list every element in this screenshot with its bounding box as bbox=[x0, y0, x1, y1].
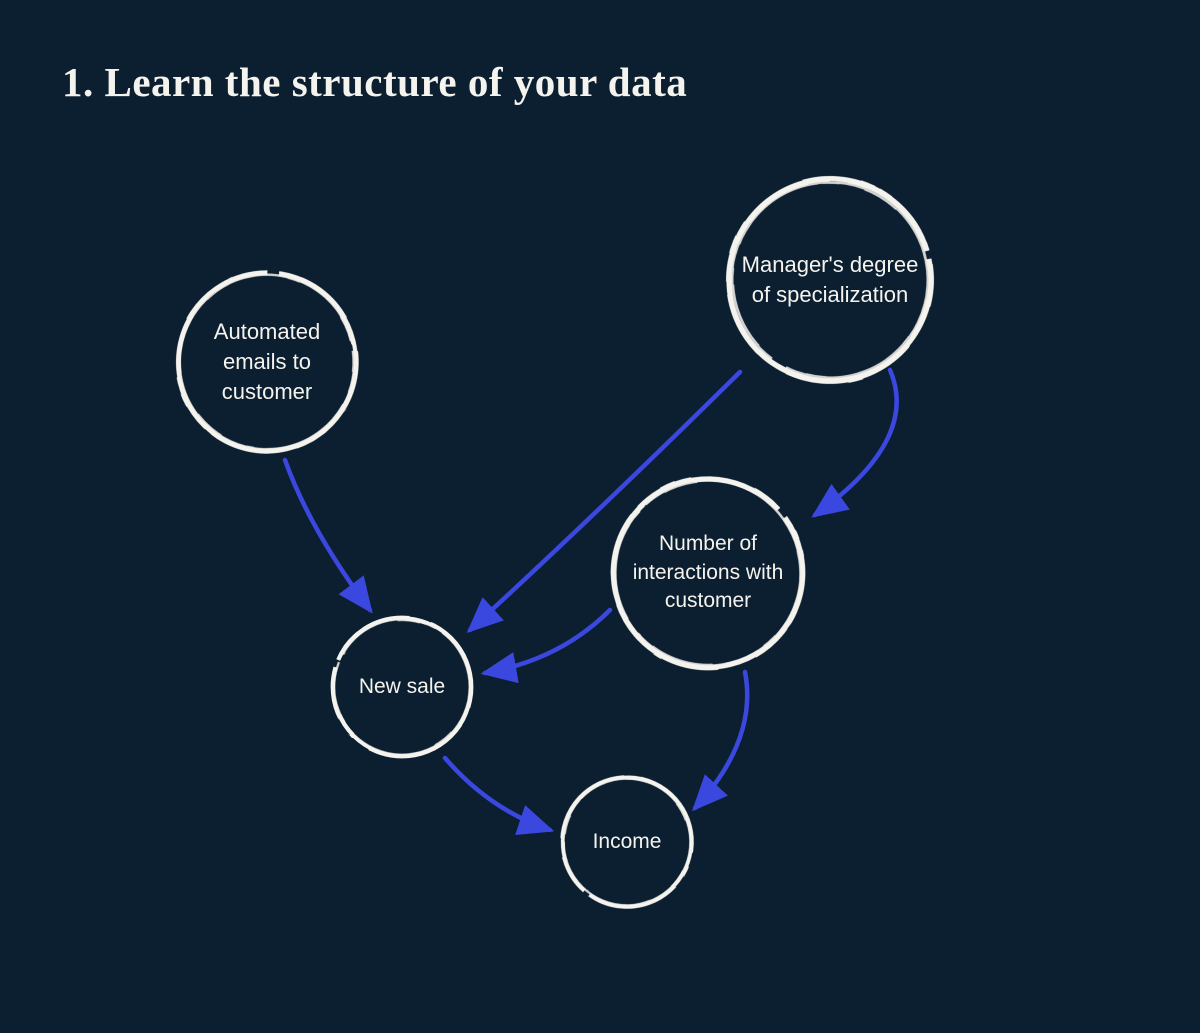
node-number-interactions: Number of interactions with customer bbox=[605, 470, 811, 676]
arrow-interactions-to-income bbox=[695, 672, 747, 808]
node-label: Manager's degree of specialization bbox=[720, 240, 940, 319]
arrow-emails-to-newsale bbox=[285, 460, 370, 610]
node-label: Income bbox=[583, 818, 672, 866]
node-label: Automated emails to customer bbox=[170, 307, 364, 416]
node-manager-specialization: Manager's degree of specialization bbox=[720, 170, 940, 390]
arrow-manager-to-interactions bbox=[815, 370, 897, 515]
arrow-newsale-to-income bbox=[445, 758, 550, 830]
node-label: Number of interactions with customer bbox=[605, 520, 811, 625]
node-new-sale: New sale bbox=[325, 610, 479, 764]
arrow-interactions-to-newsale bbox=[485, 610, 610, 673]
node-label: New sale bbox=[349, 663, 455, 711]
node-income: Income bbox=[555, 770, 699, 914]
causal-diagram: Automated emails to customer Manager's d… bbox=[0, 0, 1200, 1033]
node-automated-emails: Automated emails to customer bbox=[170, 265, 364, 459]
